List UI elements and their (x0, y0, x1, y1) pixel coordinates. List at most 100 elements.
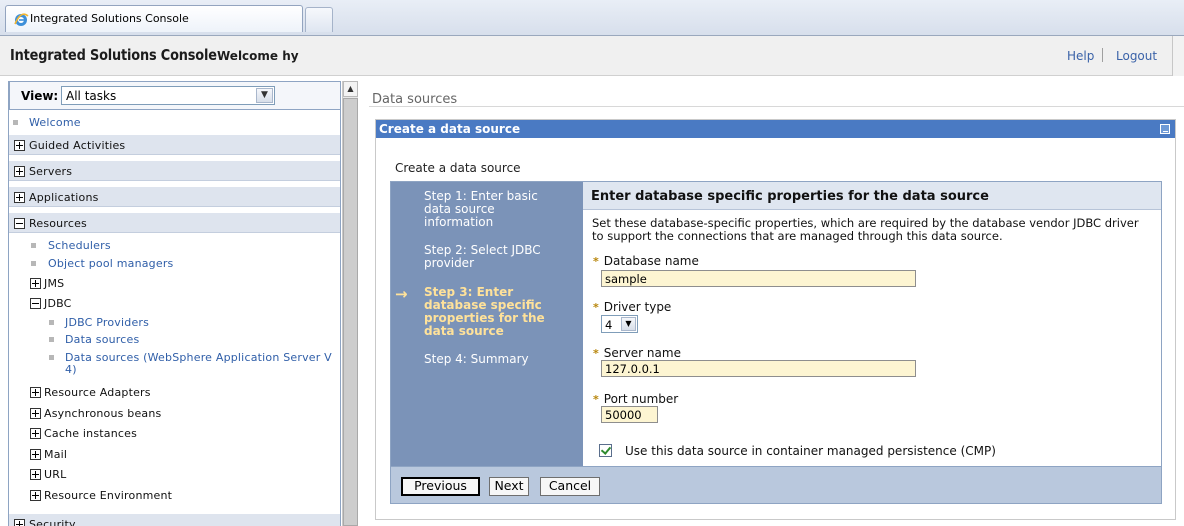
plus-icon[interactable] (14, 519, 25, 526)
nav-item-asynchronous-beans[interactable]: Asynchronous beans (9, 403, 340, 424)
scroll-thumb[interactable] (343, 98, 358, 526)
wizard-steps: Step 1: Enter basic data source informat… (391, 182, 583, 466)
port-number-label-text: Port number (603, 392, 679, 406)
navigation-tree: View: All tasks ▼ Welcome Guided Activit… (8, 81, 341, 526)
form-title-bar: Enter database specific properties for t… (583, 182, 1161, 210)
nav-category-applications[interactable]: Applications (9, 186, 340, 207)
nav-item-label-cont[interactable]: 4) (65, 363, 77, 376)
nav-item-label[interactable]: Mail (44, 448, 67, 461)
server-name-label-text: Server name (603, 346, 681, 360)
minus-icon[interactable] (14, 218, 25, 229)
bullet-icon (13, 120, 18, 125)
console-header: Integrated Solutions Console Welcome hy … (0, 36, 1184, 76)
nav-item-label[interactable]: JMS (44, 277, 64, 290)
nav-item-label[interactable]: URL (44, 468, 66, 481)
plus-icon[interactable] (30, 428, 41, 439)
nav-item-resource-adapters[interactable]: Resource Adapters (9, 382, 340, 403)
wizard-button-bar: Previous Next Cancel (391, 466, 1161, 503)
plus-icon[interactable] (14, 192, 25, 203)
breadcrumb: Data sources (372, 92, 458, 107)
nav-item-label[interactable]: Data sources (WebSphere Application Serv… (65, 351, 332, 364)
database-name-input[interactable]: sample (601, 270, 916, 287)
plus-icon[interactable] (14, 166, 25, 177)
nav-scrollbar[interactable]: ▲ (342, 81, 358, 526)
nav-item-welcome[interactable]: Welcome (9, 112, 340, 133)
browser-tab-title: Integrated Solutions Console (30, 12, 189, 25)
nav-item-label[interactable]: Asynchronous beans (44, 407, 161, 420)
next-button[interactable]: Next (489, 477, 529, 496)
nav-item-jms[interactable]: JMS (9, 273, 340, 294)
nav-category-label[interactable]: Servers (29, 165, 72, 178)
form-description: Set these database-specific properties, … (592, 217, 1157, 243)
browser-tab[interactable]: Integrated Solutions Console (5, 5, 303, 32)
wizard: Step 1: Enter basic data source informat… (390, 181, 1162, 504)
nav-item-mail[interactable]: Mail (9, 444, 340, 465)
logout-link[interactable]: Logout (1116, 49, 1157, 63)
nav-item-label[interactable]: Object pool managers (48, 257, 174, 270)
plus-icon[interactable] (30, 278, 41, 289)
cmp-checkbox[interactable] (599, 444, 612, 457)
nav-item-label[interactable]: Cache instances (44, 427, 137, 440)
plus-icon[interactable] (30, 408, 41, 419)
driver-type-label-text: Driver type (603, 300, 672, 314)
view-select[interactable]: All tasks ▼ (61, 86, 275, 105)
nav-category-guided-activities[interactable]: Guided Activities (9, 134, 340, 155)
plus-icon[interactable] (30, 469, 41, 480)
previous-button[interactable]: Previous (401, 477, 480, 496)
step-4: Step 4: Summary (424, 353, 574, 366)
nav-category-label[interactable]: Guided Activities (29, 139, 125, 152)
nav-item-cache-instances[interactable]: Cache instances (9, 423, 340, 444)
port-number-label: * Port number (593, 392, 678, 406)
plus-icon[interactable] (30, 387, 41, 398)
step-3-current: Step 3: Enter database specific properti… (424, 286, 574, 338)
port-number-input[interactable]: 50000 (601, 406, 658, 423)
scroll-up-icon[interactable]: ▲ (343, 81, 358, 97)
nav-item-url[interactable]: URL (9, 464, 340, 485)
chevron-down-icon[interactable]: ▼ (621, 317, 636, 331)
nav-item-data-sources-v4[interactable]: Data sources (WebSphere Application Serv… (9, 347, 340, 377)
view-select-value: All tasks (66, 89, 117, 103)
driver-type-select[interactable]: 4 ▼ (601, 315, 638, 333)
required-icon: * (593, 347, 599, 360)
nav-category-servers[interactable]: Servers (9, 160, 340, 181)
wizard-heading: Create a data source (395, 161, 521, 175)
required-icon: * (593, 301, 599, 314)
step-1-line: information (424, 215, 494, 229)
bullet-icon (31, 261, 36, 266)
nav-item-label[interactable]: Resource Adapters (44, 386, 151, 399)
nav-item-label[interactable]: Data sources (65, 333, 139, 346)
plus-icon[interactable] (30, 449, 41, 460)
required-icon: * (593, 393, 599, 406)
nav-item-jdbc[interactable]: JDBC (9, 293, 340, 314)
server-name-input[interactable]: 127.0.0.1 (601, 360, 916, 377)
database-name-label: * Database name (593, 254, 699, 268)
nav-item-object-pool-managers[interactable]: Object pool managers (9, 253, 340, 274)
nav-category-label[interactable]: Applications (29, 191, 99, 204)
nav-item-label[interactable]: Welcome (29, 116, 81, 129)
plus-icon[interactable] (30, 490, 41, 501)
nav-item-label[interactable]: Resource Environment (44, 489, 172, 502)
minus-icon[interactable] (30, 298, 41, 309)
step-2: Step 2: Select JDBC provider (424, 244, 574, 270)
cancel-button[interactable]: Cancel (540, 477, 600, 496)
app-title: Integrated Solutions Console (10, 46, 217, 64)
plus-icon[interactable] (14, 140, 25, 151)
navigation-pane: View: All tasks ▼ Welcome Guided Activit… (0, 77, 358, 526)
nav-item-label[interactable]: JDBC (44, 297, 72, 310)
driver-type-value: 4 (605, 318, 613, 332)
nav-category-resources[interactable]: Resources (9, 212, 340, 233)
header-scrollbar[interactable] (1172, 36, 1184, 76)
nav-category-security[interactable]: Security (9, 513, 340, 526)
nav-item-label[interactable]: JDBC Providers (65, 316, 149, 329)
help-link[interactable]: Help (1067, 49, 1094, 63)
minimize-icon[interactable] (1160, 124, 1170, 134)
ie-icon (14, 13, 29, 26)
nav-item-resource-environment[interactable]: Resource Environment (9, 485, 340, 506)
portlet-title: Create a data source (379, 122, 521, 136)
new-tab-button[interactable] (305, 7, 333, 32)
nav-category-label[interactable]: Security (29, 518, 76, 526)
chevron-down-icon[interactable]: ▼ (256, 88, 273, 103)
nav-category-label[interactable]: Resources (29, 217, 87, 230)
cmp-checkbox-label[interactable]: Use this data source in container manage… (625, 444, 996, 458)
nav-item-label[interactable]: Schedulers (48, 239, 111, 252)
